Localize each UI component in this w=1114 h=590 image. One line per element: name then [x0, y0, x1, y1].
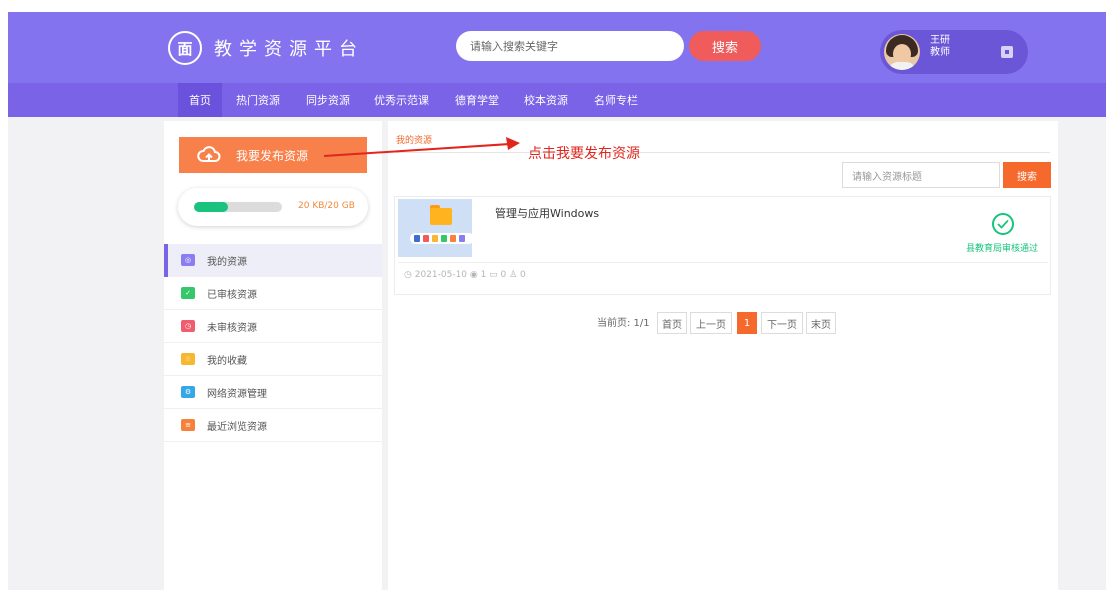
- audio-icon: [459, 235, 465, 242]
- folder-gear-icon: ⚙: [181, 386, 195, 398]
- annotation-arrow-icon: [323, 137, 520, 157]
- folder-icon: ◎: [181, 254, 195, 266]
- site-logo[interactable]: 面 教学资源平台: [168, 31, 364, 65]
- ppt-icon: [423, 235, 429, 242]
- doc-icon: [414, 235, 420, 242]
- annotation-text: 点击我要发布资源: [528, 146, 640, 162]
- sidebar-item-my-resources[interactable]: ◎ 我的资源: [164, 244, 382, 277]
- folder-star-icon: ☆: [181, 353, 195, 365]
- sidebar-item-label: 我的收藏: [207, 355, 247, 367]
- logo-icon: 面: [168, 31, 202, 65]
- check-circle-icon: [992, 213, 1014, 235]
- dropdown-icon[interactable]: [1001, 46, 1013, 58]
- cloud-upload-icon: [197, 146, 221, 162]
- folder-clock-icon: ◷: [181, 320, 195, 332]
- publish-resource-label: 我要发布资源: [236, 148, 309, 163]
- user-role: 教师: [930, 47, 950, 58]
- nav-school-resources[interactable]: 校本资源: [524, 83, 568, 117]
- last-page-button[interactable]: 末页: [806, 312, 836, 334]
- nav-hot-resources[interactable]: 热门资源: [236, 83, 280, 117]
- current-page-button[interactable]: 1: [737, 312, 757, 334]
- nav-sync-resources[interactable]: 同步资源: [306, 83, 350, 117]
- first-page-button[interactable]: 首页: [657, 312, 687, 334]
- storage-bar-fill: [194, 202, 228, 212]
- nav-demo-lessons[interactable]: 优秀示范课: [374, 83, 429, 117]
- sidebar-item-reviewed[interactable]: ✓ 已审核资源: [164, 277, 382, 310]
- sidebar-item-label: 网络资源管理: [207, 388, 267, 400]
- status-badge: 县教育局审核通过: [966, 244, 1039, 254]
- search-button[interactable]: 搜索: [689, 31, 761, 61]
- resource-search-button[interactable]: 搜索: [1003, 162, 1051, 188]
- sidebar-item-label: 已审核资源: [207, 289, 257, 301]
- resource-card[interactable]: [394, 196, 1051, 295]
- sidebar-item-label: 未审核资源: [207, 322, 257, 334]
- pagination-label: 当前页: 1/1: [597, 318, 650, 329]
- nav-moral-education[interactable]: 德育学堂: [455, 83, 499, 117]
- next-page-button[interactable]: 下一页: [761, 312, 803, 334]
- resource-meta: ◷ 2021-05-10 ◉ 1 ▭ 0 ♙ 0: [404, 270, 526, 280]
- sidebar-item-network-resources[interactable]: ⚙ 网络资源管理: [164, 376, 382, 409]
- folder-check-icon: ✓: [181, 287, 195, 299]
- storage-text: 20 KB/20 GB: [298, 201, 355, 211]
- main-content: [388, 121, 1058, 590]
- nav-home[interactable]: 首页: [178, 83, 222, 117]
- site-title: 教学资源平台: [214, 39, 364, 60]
- sidebar-item-label: 最近浏览资源: [207, 421, 267, 433]
- xls-icon: [441, 235, 447, 242]
- resource-title[interactable]: 管理与应用Windows: [495, 205, 599, 221]
- folder-history-icon: ≡: [181, 419, 195, 431]
- nav-famous-teachers[interactable]: 名师专栏: [594, 83, 638, 117]
- sidebar-item-label: 我的资源: [207, 256, 247, 268]
- resource-title-search-input[interactable]: 请输入资源标题: [842, 162, 1000, 188]
- avatar[interactable]: [884, 34, 920, 70]
- image-icon: [432, 235, 438, 242]
- folder-body: [430, 208, 452, 225]
- prev-page-button[interactable]: 上一页: [690, 312, 732, 334]
- sidebar-item-favorites[interactable]: ☆ 我的收藏: [164, 343, 382, 376]
- video-icon: [450, 235, 456, 242]
- search-input[interactable]: 请输入搜索关键字: [456, 31, 684, 61]
- sidebar-item-recent-browsed[interactable]: ≡ 最近浏览资源: [164, 409, 382, 442]
- user-name: 王研: [930, 35, 950, 46]
- sidebar-item-unreviewed[interactable]: ◷ 未审核资源: [164, 310, 382, 343]
- card-divider: [398, 262, 1048, 263]
